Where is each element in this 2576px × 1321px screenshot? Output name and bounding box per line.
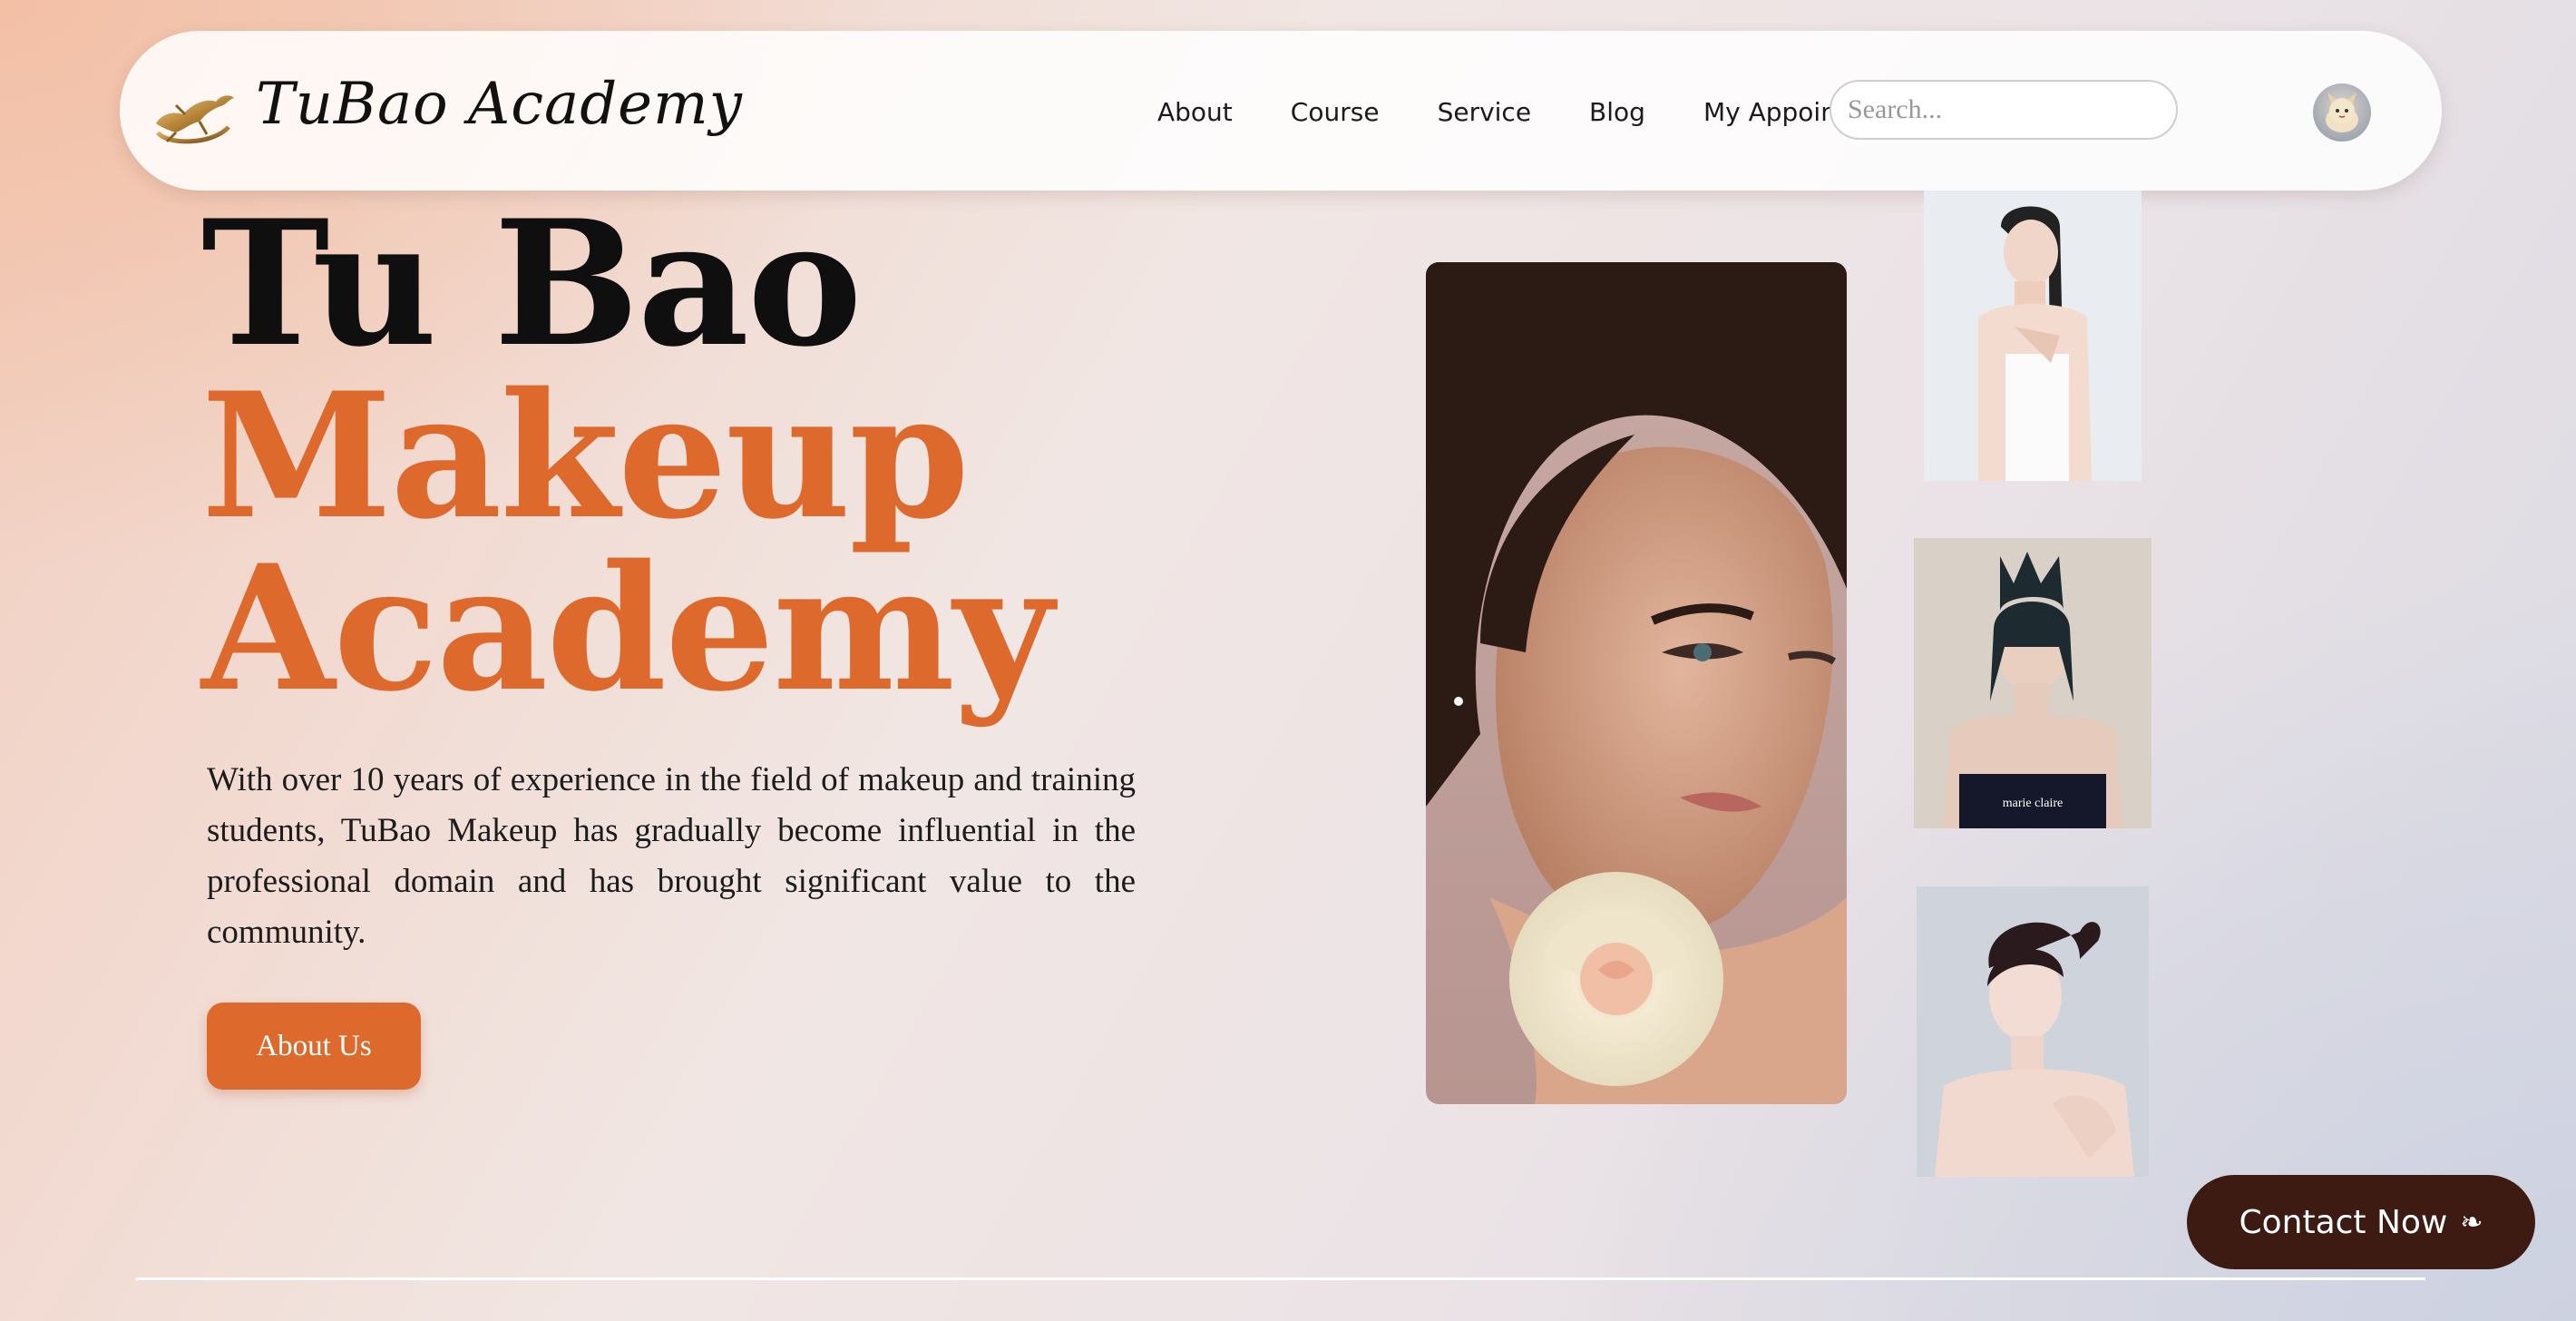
hero-title-line3: Academy — [201, 527, 1053, 729]
contact-now-button[interactable]: Contact Now ❧ — [2187, 1175, 2535, 1269]
contact-now-label: Contact Now — [2239, 1203, 2448, 1241]
nav-about[interactable]: About — [1157, 94, 1233, 131]
site-header: TuBao Academy About Course Service Blog … — [120, 31, 2442, 191]
about-us-button[interactable]: About Us — [207, 1003, 421, 1090]
search-input[interactable] — [1830, 80, 2178, 140]
hero-title-line1: Tu Bao — [201, 182, 863, 385]
hero-description: With over 10 years of experience in the … — [207, 761, 1136, 951]
nav-course[interactable]: Course — [1291, 94, 1380, 131]
avatar-icon[interactable] — [2313, 83, 2371, 142]
main-nav: About Course Service Blog My Appointment — [1038, 94, 1913, 131]
thumbnail-portrait-3[interactable] — [1917, 886, 2149, 1177]
footer-divider — [136, 1277, 2425, 1280]
thumbnail-portrait-2[interactable]: marie claire — [1914, 538, 2152, 828]
nav-service[interactable]: Service — [1438, 94, 1531, 131]
thumbnail-portrait-1[interactable] — [1924, 191, 2142, 481]
nav-blog[interactable]: Blog — [1589, 94, 1645, 131]
main-portrait-image — [1426, 262, 1847, 1104]
contact-icon: ❧ — [2460, 1206, 2483, 1238]
logo-horse-icon[interactable] — [149, 78, 239, 147]
hero-title-line2: Makeup — [201, 355, 970, 557]
brand-name[interactable]: TuBao Academy — [256, 71, 743, 138]
svg-text:marie claire: marie claire — [2003, 797, 2063, 810]
